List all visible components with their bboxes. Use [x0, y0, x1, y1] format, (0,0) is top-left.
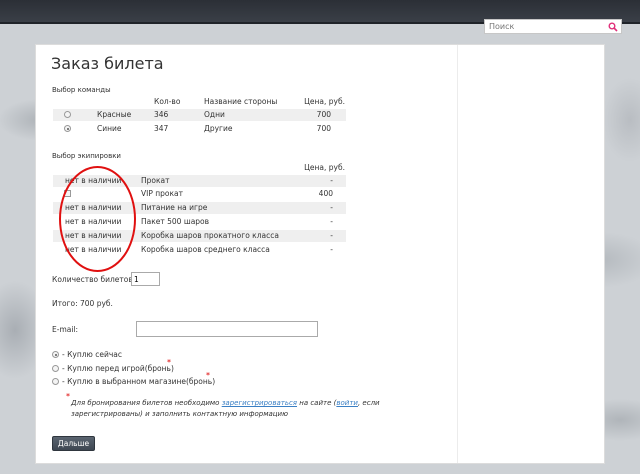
- purchase-option-label: - Куплю в выбранном магазине(бронь): [62, 377, 216, 386]
- registration-note: Для бронирования билетов необходимо заре…: [71, 398, 391, 420]
- tickets-label: Количество билетов:: [52, 275, 136, 284]
- equipment-price: 400: [318, 189, 333, 198]
- equipment-section-label: Выбор экипировки: [52, 152, 121, 160]
- header-price: Цена, руб.: [304, 97, 345, 106]
- email-field[interactable]: [136, 321, 318, 337]
- equipment-name: Питание на игре: [141, 203, 208, 212]
- team-side: Одни: [204, 110, 225, 119]
- team-section-label: Выбор команды: [52, 86, 111, 94]
- equipment-price: -: [330, 217, 333, 226]
- purchase-radio-now[interactable]: [52, 351, 59, 358]
- equipment-name: Коробка шаров среднего класса: [141, 245, 270, 254]
- team-row-red[interactable]: Красные 346 Одни 700: [53, 109, 346, 121]
- purchase-radio-in-store[interactable]: [52, 378, 59, 385]
- team-name: Синие: [97, 124, 122, 133]
- team-price: 700: [316, 110, 331, 119]
- team-qty: 346: [154, 110, 169, 119]
- team-radio-blue[interactable]: [64, 125, 71, 132]
- search-box[interactable]: [484, 19, 622, 34]
- equipment-price-header: Цена, руб.: [304, 163, 345, 172]
- header-side: Название стороны: [204, 97, 278, 106]
- note-text: Для бронирования билетов необходимо: [71, 399, 222, 407]
- header-qty: Кол-во: [154, 97, 181, 106]
- search-icon[interactable]: [608, 22, 618, 32]
- equipment-name: Прокат: [141, 176, 170, 185]
- annotation-circle: [59, 166, 136, 272]
- equipment-name: Коробка шаров прокатного класса: [141, 231, 279, 240]
- team-qty: 347: [154, 124, 169, 133]
- team-radio-red[interactable]: [64, 111, 71, 118]
- required-star: *: [206, 371, 210, 380]
- team-side: Другие: [204, 124, 233, 133]
- column-divider: [457, 45, 458, 463]
- team-price: 700: [316, 124, 331, 133]
- required-star: *: [167, 358, 171, 367]
- team-row-blue[interactable]: Синие 347 Другие 700: [53, 123, 346, 135]
- search-input[interactable]: [485, 20, 611, 33]
- equipment-name: Пакет 500 шаров: [141, 217, 210, 226]
- equipment-price: -: [330, 176, 333, 185]
- equipment-price: -: [330, 203, 333, 212]
- team-name: Красные: [97, 110, 132, 119]
- equipment-price: -: [330, 231, 333, 240]
- email-label: E-mail:: [52, 325, 79, 334]
- register-link[interactable]: зарегистрироваться: [222, 399, 297, 407]
- equipment-price: -: [330, 245, 333, 254]
- note-star: *: [66, 392, 70, 401]
- tickets-quantity-input[interactable]: [131, 272, 160, 286]
- note-text: на сайте (: [297, 399, 337, 407]
- purchase-radio-before-game[interactable]: [52, 365, 59, 372]
- login-link[interactable]: войти: [336, 399, 358, 407]
- page-title: Заказ билета: [51, 54, 164, 73]
- next-button[interactable]: Дальше: [52, 436, 95, 451]
- team-table-header: Кол-во Название стороны Цена, руб.: [53, 96, 346, 108]
- order-panel: Заказ билета Выбор команды Кол-во Назван…: [35, 44, 605, 464]
- equipment-name: VIP прокат: [141, 189, 183, 198]
- purchase-option-label: - Куплю сейчас: [62, 350, 123, 359]
- total-text: Итого: 700 руб.: [52, 299, 113, 308]
- purchase-option-label: - Куплю перед игрой(бронь): [62, 364, 174, 373]
